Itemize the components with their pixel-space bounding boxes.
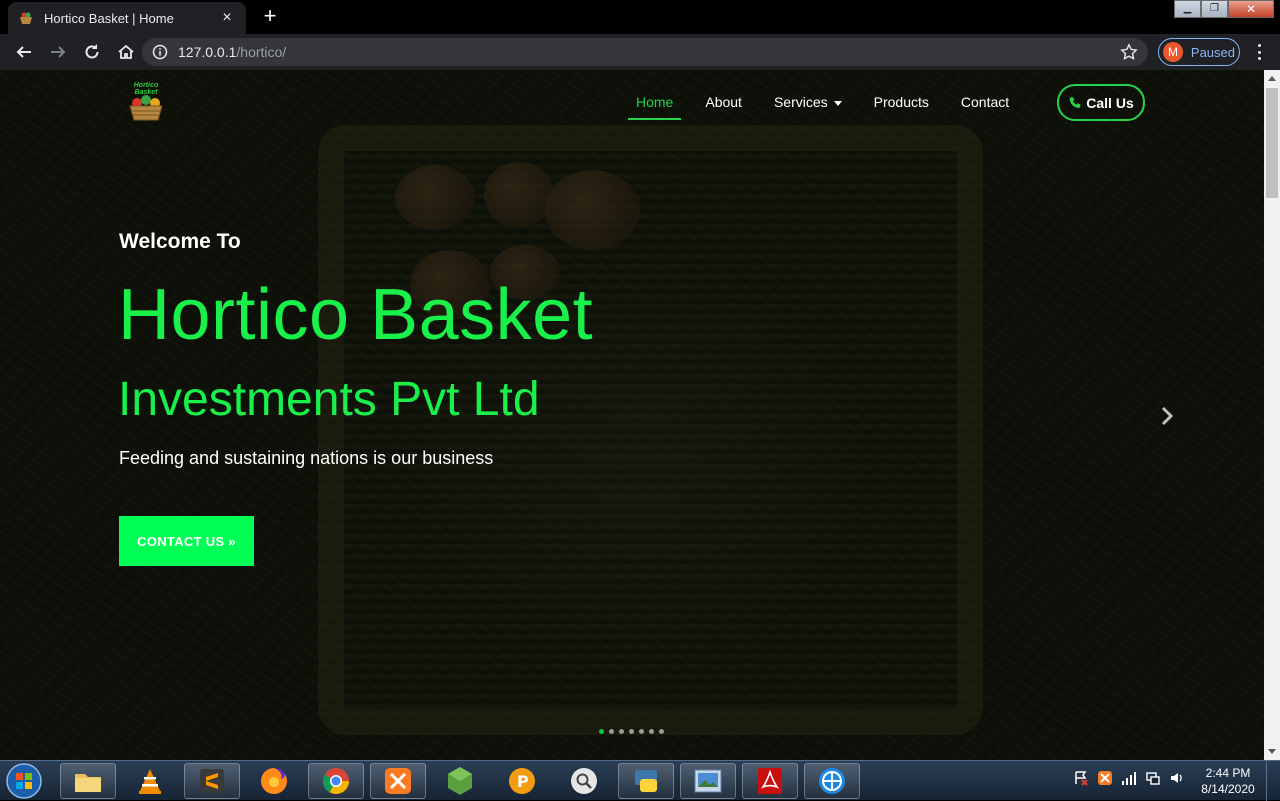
scroll-down-icon[interactable] [1264,744,1280,760]
carousel-dot[interactable] [629,729,634,734]
pixel-app-icon[interactable]: P [494,763,550,799]
taskbar-clock[interactable]: 2:44 PM 8/14/2020 [1196,765,1260,797]
carousel-dot[interactable] [599,729,604,734]
carousel-dot[interactable] [659,729,664,734]
url-host: 127.0.0.1 [178,44,237,60]
search-app-icon[interactable] [556,763,612,799]
carousel-dot[interactable] [639,729,644,734]
hero-welcome: Welcome To [119,230,241,253]
nav-contact[interactable]: Contact [961,84,1009,120]
back-arrow-icon [16,46,31,58]
forward-arrow-icon [51,46,66,58]
acrobat-icon[interactable] [742,763,798,799]
page-scrollbar[interactable] [1264,70,1280,760]
close-window-button[interactable]: ✕ [1228,0,1274,18]
volume-icon[interactable] [1168,769,1186,787]
restore-button[interactable]: ❐ [1201,0,1228,18]
window-controls: ▁ ❐ ✕ [1174,0,1274,18]
scroll-thumb[interactable] [1266,88,1278,198]
basket-favicon-icon [20,12,32,24]
hero-section: Hortico Basket Home About Services Produ… [0,70,1264,760]
avatar: M [1163,42,1183,62]
profile-status: Paused [1190,44,1235,60]
carousel-dot[interactable] [609,729,614,734]
chrome-icon[interactable] [308,763,364,799]
action-center-icon[interactable] [1072,769,1090,787]
profile-button[interactable]: M Paused [1158,38,1240,66]
minimize-button[interactable]: ▁ [1174,0,1201,18]
bookmark-star-icon[interactable] [1120,43,1138,61]
signal-icon[interactable] [1120,769,1138,787]
main-nav: Home About Services Products Contact [628,84,1041,120]
vlc-icon[interactable] [122,763,178,799]
browser-tab[interactable]: Hortico Basket | Home × [8,2,246,34]
reload-icon [85,44,99,59]
sublime-text-icon[interactable] [184,763,240,799]
address-bar[interactable]: 127.0.0.1/hortico/ [142,38,1148,66]
xampp-tray-icon[interactable] [1096,769,1114,787]
url-text[interactable]: 127.0.0.1/hortico/ [178,44,1120,60]
browser-toolbar: 127.0.0.1/hortico/ M Paused [0,34,1280,70]
network-tray-icon[interactable] [1144,769,1162,787]
hero-title: Hortico Basket [118,275,594,355]
nav-services[interactable]: Services [774,84,842,120]
clock-date: 8/14/2020 [1201,782,1255,796]
browser-tabstrip: Hortico Basket | Home × + ▁ ❐ ✕ [0,0,1280,34]
file-explorer-icon[interactable] [60,763,116,799]
hero-tagline: Feeding and sustaining nations is our bu… [119,448,494,468]
url-path: /hortico/ [236,44,287,60]
image-viewer-icon[interactable] [680,763,736,799]
nav-about[interactable]: About [705,84,742,120]
nav-services-label: Services [773,94,828,110]
nav-home[interactable]: Home [628,84,682,120]
logo-text: Hortico Basket [133,82,159,96]
tab-close-icon[interactable]: × [218,9,236,27]
home-icon [118,44,134,59]
home-button[interactable] [110,36,142,68]
python-icon[interactable] [618,763,674,799]
windows-taskbar: P 2:44 PM 8/14/2020 [0,760,1280,801]
phone-icon [1070,96,1081,108]
new-tab-button[interactable]: + [258,4,282,28]
scroll-up-icon[interactable] [1264,70,1280,86]
node-icon[interactable] [432,763,488,799]
contact-us-button[interactable]: CONTACT US » [119,516,254,566]
info-icon[interactable] [152,44,168,60]
caret-down-icon [833,100,842,106]
network-app-icon[interactable] [804,763,860,799]
clock-time: 2:44 PM [1205,766,1251,780]
call-us-button[interactable]: Call Us [1057,84,1145,121]
start-button-icon[interactable] [4,762,44,800]
forward-button[interactable] [42,36,74,68]
hero-subtitle: Investments Pvt Ltd [118,373,540,426]
back-button[interactable] [8,36,40,68]
carousel-dot[interactable] [649,729,654,734]
xampp-icon[interactable] [370,763,426,799]
svg-text:P: P [517,772,529,791]
nav-products[interactable]: Products [874,84,929,120]
show-desktop-button[interactable] [1266,761,1280,801]
carousel-next-icon[interactable] [1158,404,1178,428]
tab-title: Hortico Basket | Home [44,10,174,26]
reload-button[interactable] [76,36,108,68]
carousel-dot[interactable] [619,729,624,734]
carousel-indicators [599,729,669,734]
browser-menu-icon[interactable] [1250,42,1268,62]
call-us-label: Call Us [1086,94,1134,111]
system-tray [1072,769,1192,787]
firefox-icon[interactable] [246,763,302,799]
